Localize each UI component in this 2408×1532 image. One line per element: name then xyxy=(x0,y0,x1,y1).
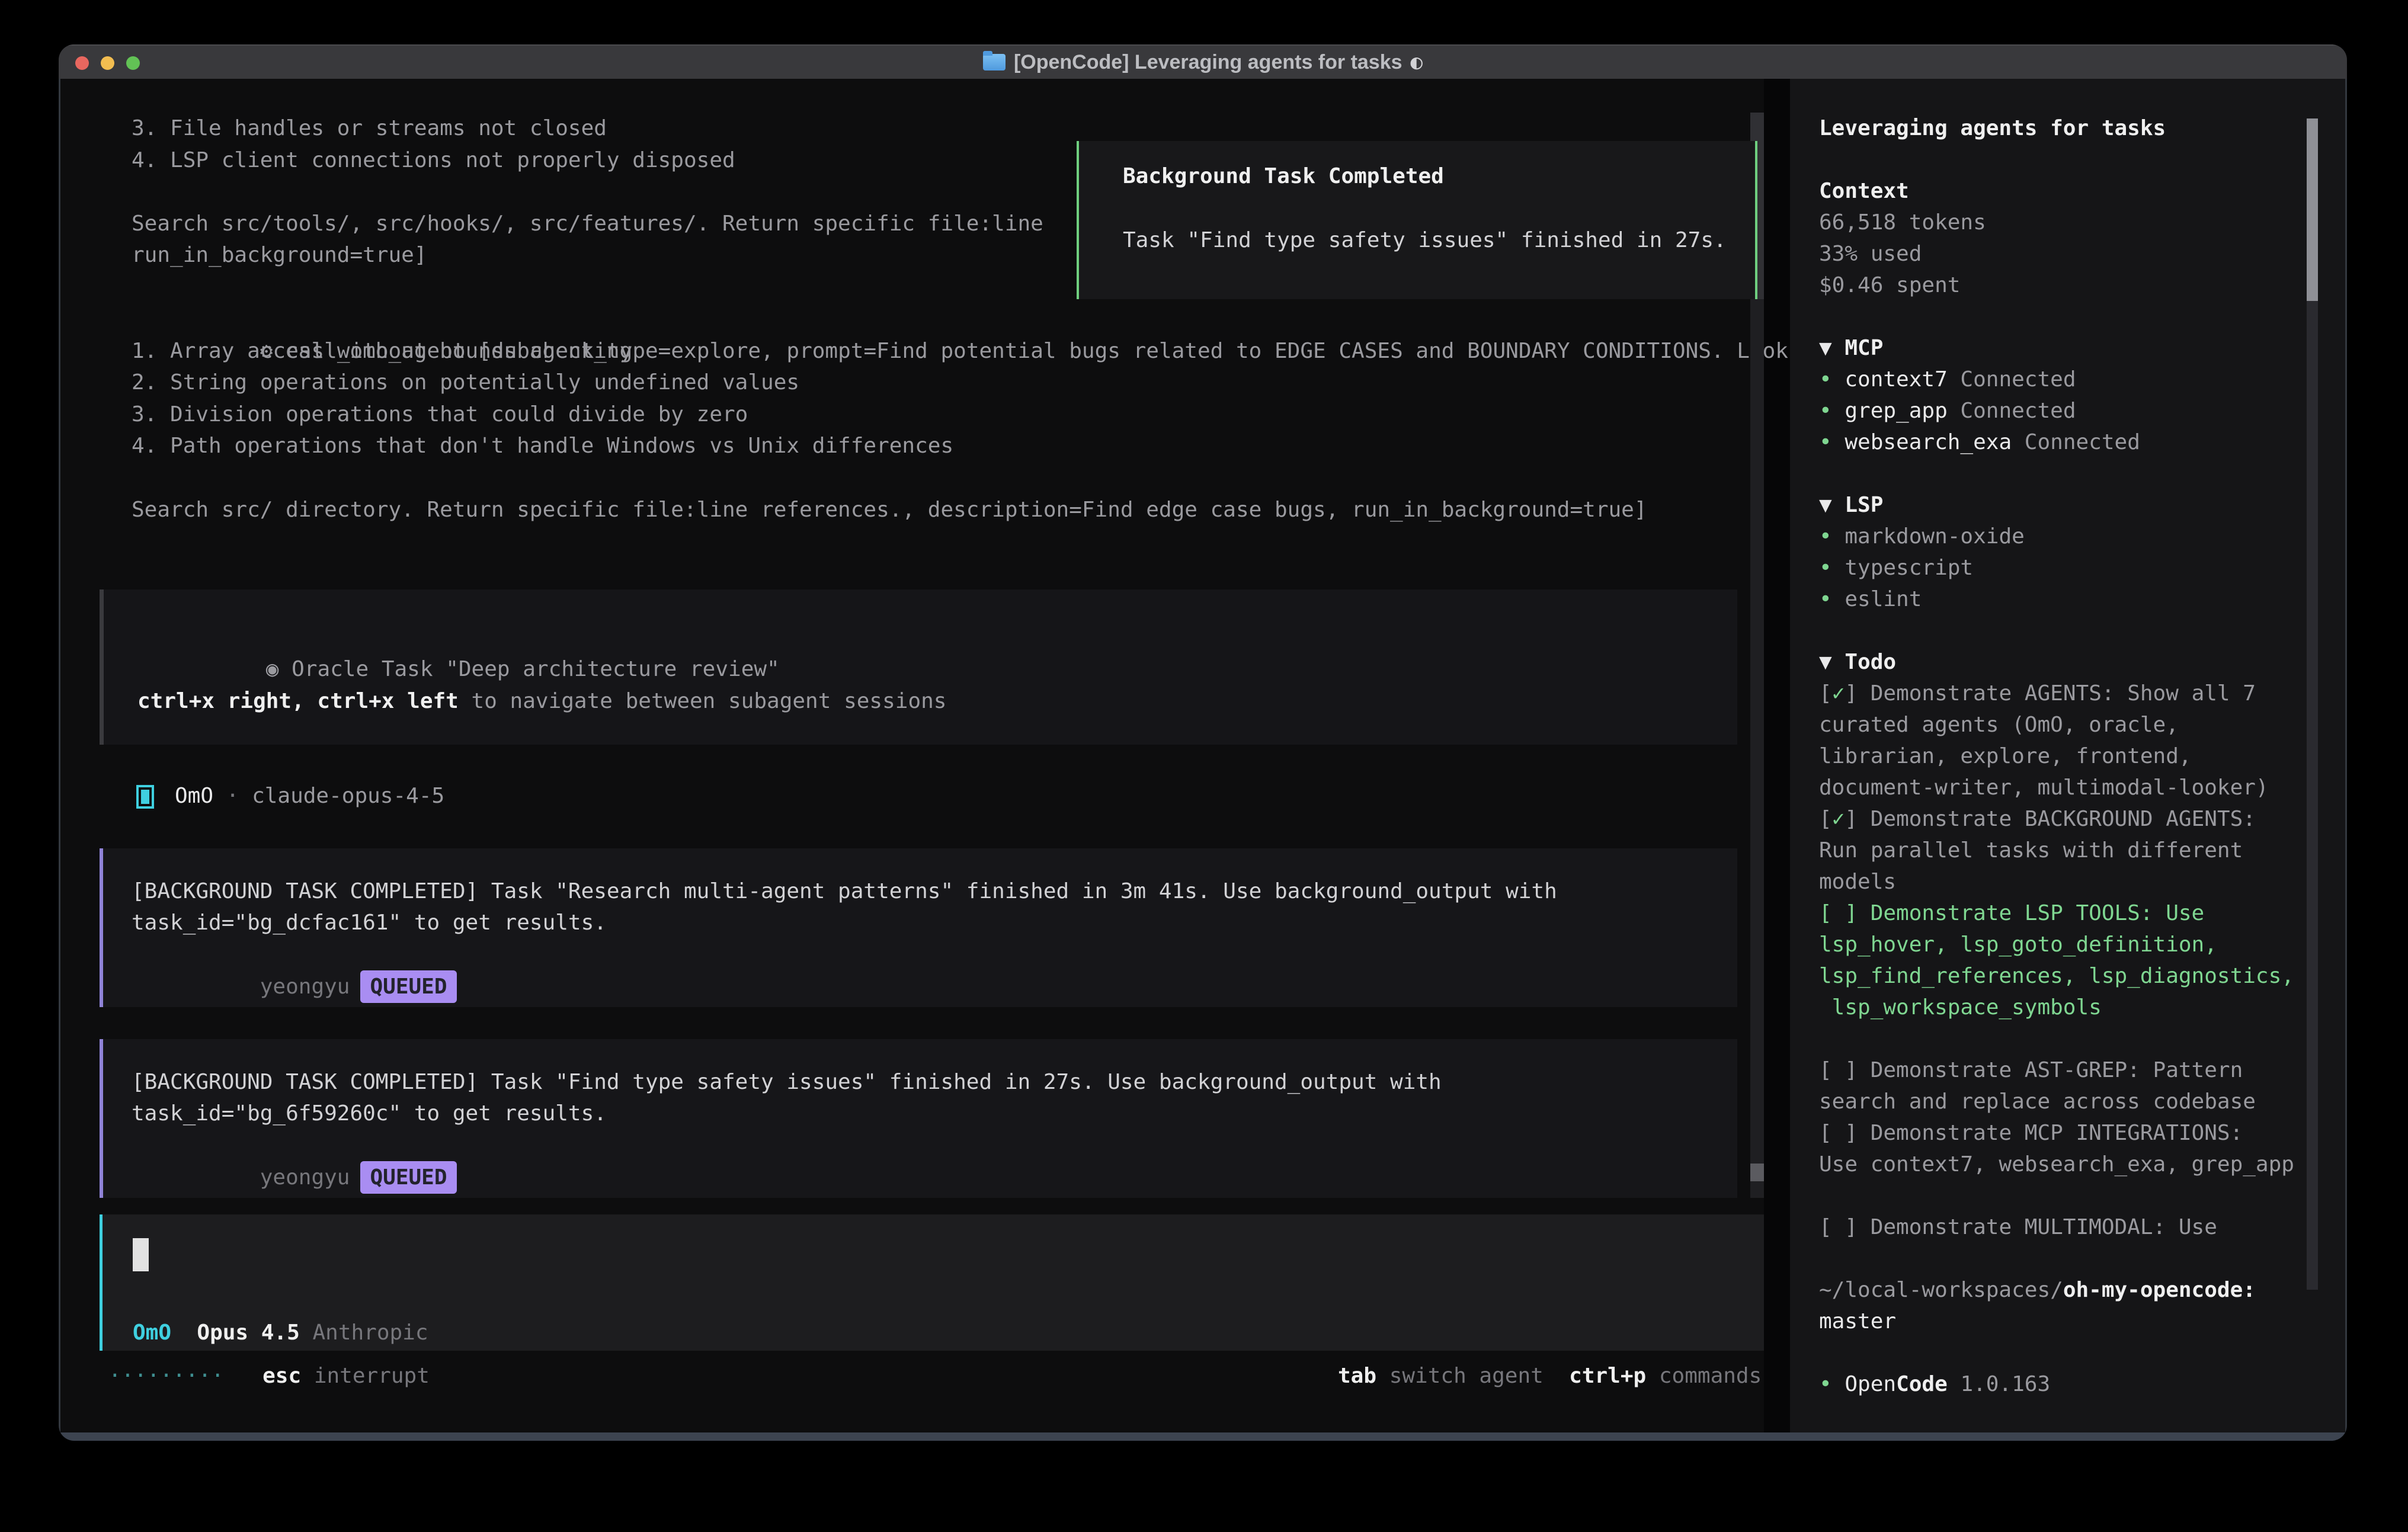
todo-line: Use context7, websearch_exa, grep_app xyxy=(1819,1149,2299,1180)
version-line: • OpenCode 1.0.163 xyxy=(1819,1368,2299,1400)
todo-line: [ ] Demonstrate MULTIMODAL: Use xyxy=(1819,1212,2299,1243)
mcp-section: ▼ MCP • context7 Connected• grep_app Con… xyxy=(1819,332,2299,458)
window-edge xyxy=(2345,79,2347,1432)
tool-call-line: 2. String operations on potentially unde… xyxy=(132,367,1840,399)
status-badge: QUEUED xyxy=(360,970,456,1004)
scrollback-block: 3. File handles or streams not closed4. … xyxy=(132,113,1043,271)
task-message-line: [BACKGROUND TASK COMPLETED] Task "Resear… xyxy=(132,876,1557,908)
half-circle-icon: ◐ xyxy=(1411,50,1423,74)
window-title-group: [OpenCode] Leveraging agents for tasks ◐ xyxy=(983,50,1423,74)
input-model-footer: OmO Opus 4.5 Anthropic xyxy=(133,1317,428,1349)
task-user: yeongyu xyxy=(260,975,350,999)
target-icon: ◉ xyxy=(266,657,279,681)
titlebar: [OpenCode] Leveraging agents for tasks ◐ xyxy=(59,44,2347,79)
lsp-section: ▼ LSP • markdown-oxide• typescript• esli… xyxy=(1819,489,2299,615)
mcp-item: • context7 Connected xyxy=(1819,364,2299,395)
scrollback-line: run_in_background=true] xyxy=(132,239,1043,271)
todo-line: document-writer, multimodal-looker) xyxy=(1819,772,2299,803)
agent-model-header: OmO · claude-opus-4-5 xyxy=(175,780,444,812)
window-title: [OpenCode] Leveraging agents for tasks xyxy=(1014,51,1402,74)
prompt-input[interactable]: OmO Opus 4.5 Anthropic xyxy=(100,1214,1764,1351)
todo-line xyxy=(1819,1023,2299,1055)
context-heading: Context xyxy=(1819,175,2299,207)
tool-call-block: ⚙ call_omo_agent [subagent_type=explore,… xyxy=(132,303,1840,525)
context-stat: $0.46 spent xyxy=(1819,270,2299,301)
todo-line: search and replace across codebase xyxy=(1819,1086,2299,1117)
close-button[interactable] xyxy=(75,56,89,70)
todo-line: [✓] Demonstrate BACKGROUND AGENTS: xyxy=(1819,803,2299,835)
session-title: Leveraging agents for tasks xyxy=(1819,113,2299,144)
window-edge xyxy=(59,79,60,1432)
workspace-path: ~/local-workspaces/oh-my-opencode: xyxy=(1819,1274,2299,1306)
task-message-line: task_id="bg_dcfac161" to get results. xyxy=(132,907,607,939)
traffic-lights xyxy=(75,46,140,80)
sidebar-scrollbar-thumb[interactable] xyxy=(2307,118,2318,301)
oracle-task-box: ◉ Oracle Task "Deep architecture review"… xyxy=(100,589,1737,745)
main-scrollbar-thumb[interactable] xyxy=(1750,1164,1764,1181)
todo-line: [ ] Demonstrate LSP TOOLS: Use xyxy=(1819,898,2299,929)
todo-line: librarian, explore, frontend, xyxy=(1819,741,2299,772)
tool-call-line: 3. Division operations that could divide… xyxy=(132,399,1840,431)
subagent-nav-hint: ctrl+x right, ctrl+x left to navigate be… xyxy=(137,685,946,717)
agent-icon xyxy=(136,785,154,809)
statusbar-right: tab switch agent ctrl+p commands xyxy=(1338,1360,1762,1392)
todo-line: lsp_hover, lsp_goto_definition, xyxy=(1819,929,2299,960)
todo-line: lsp_workspace_symbols xyxy=(1819,992,2299,1023)
screen: [OpenCode] Leveraging agents for tasks ◐… xyxy=(0,0,2408,1532)
scrollback-line: 4. LSP client connections not properly d… xyxy=(132,145,1043,177)
mcp-item: • websearch_exa Connected xyxy=(1819,427,2299,458)
todo-heading: ▼ Todo xyxy=(1819,646,2299,678)
app-window: [OpenCode] Leveraging agents for tasks ◐… xyxy=(59,44,2347,1441)
lsp-item: • eslint xyxy=(1819,584,2299,615)
task-message-line: [BACKGROUND TASK COMPLETED] Task "Find t… xyxy=(132,1066,1442,1098)
todo-line: [ ] Demonstrate MCP INTEGRATIONS: xyxy=(1819,1117,2299,1149)
scrollback-line: Search src/tools/, src/hooks/, src/featu… xyxy=(132,208,1043,240)
minimize-button[interactable] xyxy=(101,56,114,70)
mcp-heading: ▼ MCP xyxy=(1819,332,2299,364)
lsp-item: • typescript xyxy=(1819,552,2299,584)
mcp-item: • grep_app Connected xyxy=(1819,395,2299,427)
text-cursor xyxy=(133,1238,149,1271)
oracle-task-label: Oracle Task "Deep architecture review" xyxy=(278,657,779,681)
todo-line: models xyxy=(1819,866,2299,898)
todo-line: lsp_find_references, lsp_diagnostics, xyxy=(1819,960,2299,992)
folder-icon xyxy=(983,54,1006,70)
notification-title: Background Task Completed xyxy=(1123,161,1444,193)
task-user: yeongyu xyxy=(260,1165,350,1190)
background-task-message: [BACKGROUND TASK COMPLETED] Task "Find t… xyxy=(100,1039,1737,1198)
todo-line: [✓] Demonstrate AGENTS: Show all 7 xyxy=(1819,678,2299,709)
statusbar-left: ········· esc interrupt xyxy=(108,1360,430,1392)
terminal-main-pane: 3. File handles or streams not closed4. … xyxy=(59,79,1764,1432)
sidebar-scrollbar[interactable] xyxy=(2307,118,2318,1290)
tool-call-line: 4. Path operations that don't handle Win… xyxy=(132,430,1840,462)
session-sidebar: Leveraging agents for tasks Context 66,5… xyxy=(1790,79,2347,1432)
background-task-notification: Background Task Completed Task "Find typ… xyxy=(1077,141,1757,299)
scrollback-line xyxy=(132,176,1043,208)
tool-call-line: Search src/ directory. Return specific f… xyxy=(132,494,1840,526)
notification-body: Task "Find type safety issues" finished … xyxy=(1123,225,1727,257)
todo-line xyxy=(1819,1180,2299,1212)
status-badge: QUEUED xyxy=(360,1161,456,1194)
window-bottom-edge xyxy=(59,1432,2347,1441)
todo-section: ▼ Todo [✓] Demonstrate AGENTS: Show all … xyxy=(1819,646,2299,1243)
context-stat: 33% used xyxy=(1819,238,2299,270)
background-task-message: [BACKGROUND TASK COMPLETED] Task "Resear… xyxy=(100,848,1737,1007)
tool-call-line xyxy=(132,462,1840,494)
todo-line: [ ] Demonstrate AST-GREP: Pattern xyxy=(1819,1055,2299,1086)
todo-line: Run parallel tasks with different xyxy=(1819,835,2299,866)
workspace-section: ~/local-workspaces/oh-my-opencode: maste… xyxy=(1819,1274,2299,1337)
context-stat: 66,518 tokens xyxy=(1819,207,2299,238)
zoom-button[interactable] xyxy=(126,56,140,70)
context-section: Context 66,518 tokens33% used$0.46 spent xyxy=(1819,175,2299,301)
scrollback-line: 3. File handles or streams not closed xyxy=(132,113,1043,145)
todo-line: curated agents (OmO, oracle, xyxy=(1819,709,2299,741)
lsp-item: • markdown-oxide xyxy=(1819,521,2299,552)
git-branch: master xyxy=(1819,1306,2299,1337)
task-message-line: task_id="bg_6f59260c" to get results. xyxy=(132,1098,607,1130)
lsp-heading: ▼ LSP xyxy=(1819,489,2299,521)
